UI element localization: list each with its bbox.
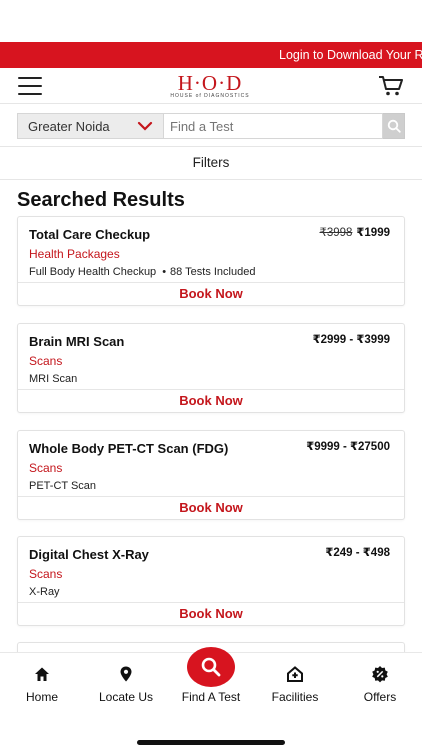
test-subtitle: Full Body Health Checkup • 88 Tests Includ…: [29, 266, 393, 278]
city-value: Greater Noida: [28, 118, 110, 134]
nav-item-offers[interactable]: Offers: [338, 653, 422, 713]
original-price: ₹3998: [319, 227, 353, 239]
search-button[interactable]: [383, 113, 405, 139]
test-price: ₹3998 ₹1999: [320, 225, 391, 239]
test-subtitle: MRI Scan: [29, 373, 78, 385]
status-bar: [0, 0, 422, 42]
search-input[interactable]: [163, 113, 383, 139]
nav-label: Find A Test: [181, 690, 241, 704]
book-now-button[interactable]: Book Now: [18, 496, 404, 519]
bullet-icon: •: [162, 266, 167, 278]
cart-icon[interactable]: [378, 75, 404, 97]
nav-label: Locate Us: [98, 690, 154, 704]
filters-label: Filters: [192, 155, 230, 170]
result-card: Digital Chest X-Ray ₹249 - ₹498 Scans X-…: [17, 536, 405, 626]
facilities-icon: [287, 666, 303, 682]
test-category: Scans: [29, 354, 63, 368]
book-now-button[interactable]: Book Now: [18, 282, 404, 305]
test-category: Scans: [29, 567, 63, 581]
book-now-button[interactable]: Book Now: [18, 602, 404, 625]
result-card: Total Care Checkup ₹3998 ₹1999 Health Pac…: [17, 216, 405, 306]
app-header: H·O·D HOUSE of DIAGNOSTICS: [0, 68, 422, 104]
search-row: Greater Noida: [0, 106, 422, 146]
nav-label: Home: [25, 690, 58, 704]
home-icon: [35, 667, 49, 681]
test-price: ₹2999 - ₹3999: [312, 334, 390, 346]
offer-badge-icon: [372, 666, 388, 683]
tests-included: 88 Tests Included: [170, 266, 256, 278]
logo-subtext: HOUSE of DIAGNOSTICS: [170, 92, 250, 99]
result-card: Brain MRI Scan ₹2999 - ₹3999 Scans MRI S…: [17, 323, 405, 413]
home-indicator: [137, 740, 285, 745]
discounted-price: ₹1999: [356, 227, 390, 239]
nav-item-locate-us[interactable]: Locate Us: [84, 653, 168, 713]
test-subtitle: X-Ray: [29, 586, 60, 598]
nav-label: Facilities: [271, 690, 319, 704]
page-title: Searched Results: [17, 189, 185, 211]
promo-text: Login to Download Your R: [279, 48, 422, 62]
test-category: Health Packages: [29, 247, 120, 261]
nav-item-facilities[interactable]: Facilities: [253, 653, 337, 713]
chevron-down-icon: [137, 121, 153, 131]
nav-item-home[interactable]: Home: [0, 653, 84, 713]
nav-label: Offers: [363, 690, 397, 704]
hamburger-menu-icon[interactable]: [18, 76, 42, 95]
test-price: ₹249 - ₹498: [325, 547, 390, 559]
test-price: ₹9999 - ₹27500: [306, 441, 390, 453]
city-dropdown[interactable]: Greater Noida: [17, 113, 163, 139]
result-card: Whole Body PET-CT Scan (FDG) ₹9999 - ₹27…: [17, 430, 405, 520]
book-now-button[interactable]: Book Now: [18, 389, 404, 412]
search-icon: [387, 119, 401, 133]
find-test-fab-button[interactable]: [187, 647, 235, 687]
test-subtitle: PET-CT Scan: [29, 480, 97, 492]
location-pin-icon: [120, 666, 132, 682]
test-type: Full Body Health Checkup: [29, 266, 157, 278]
logo-text: H·O·D: [177, 70, 243, 95]
bottom-navigation: Home Locate Us Find A Test Facilities Of…: [0, 647, 422, 750]
filters-button[interactable]: Filters: [0, 146, 422, 180]
promo-banner[interactable]: Login to Download Your R: [0, 42, 422, 68]
search-icon: [201, 657, 221, 677]
logo[interactable]: H·O·D HOUSE of DIAGNOSTICS: [170, 70, 250, 99]
test-category: Scans: [29, 461, 63, 475]
